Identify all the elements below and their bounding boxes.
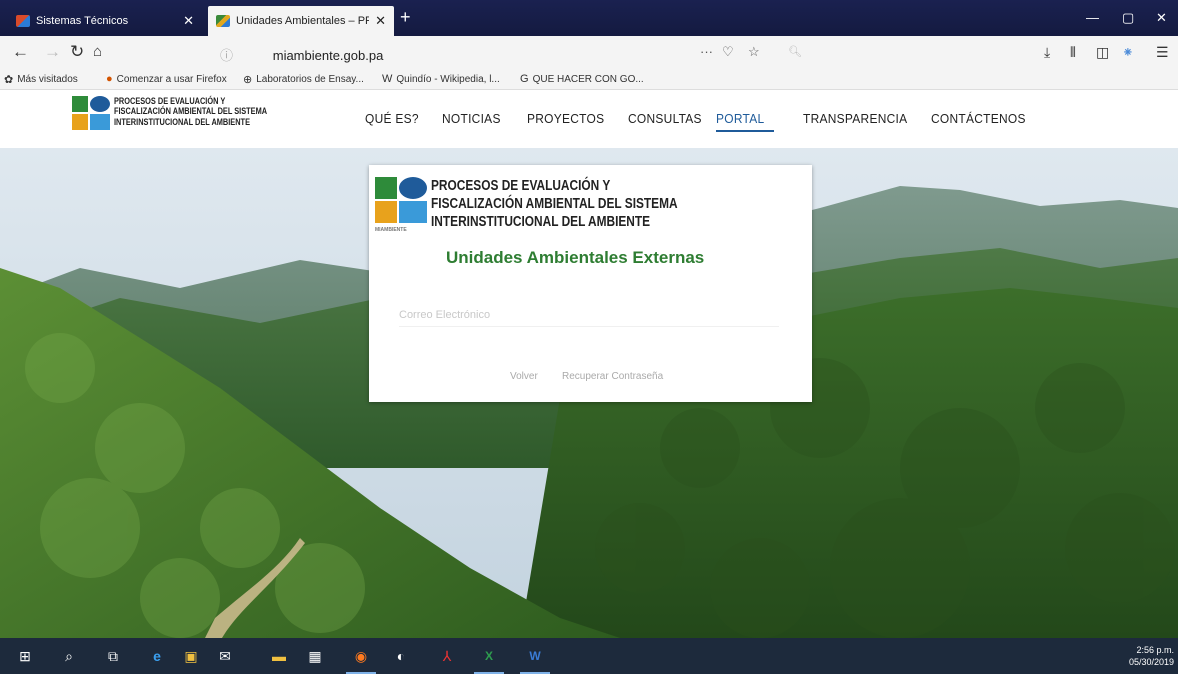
logo-line: PROCESOS DE EVALUACIÓN Y — [114, 96, 226, 106]
reload-icon[interactable]: ↻ — [70, 42, 84, 62]
close-tab-icon[interactable]: ✕ — [183, 13, 194, 29]
extension-icon[interactable]: ⁕ — [1122, 44, 1134, 61]
url-host: miambiente.gob.pa — [272, 48, 384, 63]
back-arrow-icon[interactable]: ← — [12, 42, 29, 62]
edge-icon[interactable]: e — [146, 646, 168, 666]
bookmark-star-icon[interactable]: ☆ — [748, 44, 760, 60]
task-view-icon[interactable]: ⧉ — [102, 646, 124, 666]
logo-mark-icon: MIAMBIENTE — [375, 177, 427, 239]
word-icon[interactable]: W — [520, 646, 550, 674]
recover-password-link[interactable]: Recuperar Contraseña — [562, 371, 663, 382]
globe-icon: ⊕ — [243, 74, 253, 86]
tab-sistemas-tecnicos[interactable]: Sistemas Técnicos ✕ — [8, 6, 202, 36]
login-card: MIAMBIENTE PROCESOS DE EVALUACIÓN Y FISC… — [369, 165, 812, 402]
bookmark-label: Más visitados — [17, 74, 78, 85]
active-menu-indicator — [716, 130, 774, 132]
menu-transparencia[interactable]: TRANSPARENCIA — [803, 111, 907, 126]
wikipedia-icon: W — [382, 73, 393, 85]
menu-consultas[interactable]: CONSULTAS — [628, 111, 702, 126]
menu-portal[interactable]: PORTAL — [716, 111, 764, 126]
tab-unidades-ambientales[interactable]: Unidades Ambientales – PRE ✕ — [208, 6, 394, 36]
menu-contactenos[interactable]: CONTÁCTENOS — [931, 111, 1026, 126]
bookmark-comenzar[interactable]: ● Comenzar a usar Firefox — [106, 73, 227, 85]
logo-line: PROCESOS DE EVALUACIÓN Y — [431, 178, 611, 194]
back-link[interactable]: Volver — [510, 371, 538, 382]
page-actions-icon[interactable]: ··· — [700, 44, 713, 59]
card-logo-text: PROCESOS DE EVALUACIÓN Y FISCALIZACIÓN A… — [431, 177, 678, 231]
logo-line: FISCALIZACIÓN AMBIENTAL DEL SISTEMA — [431, 196, 678, 213]
menu-proyectos[interactable]: PROYECTOS — [527, 111, 604, 126]
menu-noticias[interactable]: NOTICIAS — [442, 111, 501, 126]
bookmarks-bar: ✿ Más visitados ● Comenzar a usar Firefox … — [0, 68, 1178, 90]
bookmark-que-hacer[interactable]: G QUE HACER CON GO... — [520, 73, 644, 85]
tab-favicon-icon — [16, 15, 30, 27]
google-icon: G — [520, 73, 529, 85]
excel-icon[interactable]: X — [474, 646, 504, 674]
maximize-icon[interactable]: ▢ — [1122, 10, 1134, 26]
library-icon[interactable]: ⫴ — [1070, 44, 1076, 61]
clock-date: 05/30/2019 — [1128, 657, 1174, 667]
search-icon[interactable]: ⌕ — [58, 646, 80, 666]
window-close-icon[interactable]: ✕ — [1156, 10, 1167, 26]
calendar-icon[interactable]: ▦ — [304, 646, 326, 666]
firefox-icon[interactable]: ◉ — [346, 646, 376, 674]
new-tab-button[interactable]: + — [400, 8, 411, 26]
bookmark-label: Comenzar a usar Firefox — [116, 73, 227, 85]
address-bar[interactable]: ⓘ miambiente.gob.pa — [220, 45, 383, 64]
chrome-icon[interactable]: ◐ — [390, 646, 412, 666]
pocket-icon[interactable]: ♡ — [722, 44, 734, 60]
gear-icon: ✿ — [4, 74, 14, 86]
site-logo-text: PROCESOS DE EVALUACIÓN Y FISCALIZACIÓN A… — [114, 96, 267, 127]
menu-que-es[interactable]: QUÉ ES? — [365, 111, 419, 126]
bookmark-label: Laboratorios de Ensay... — [256, 74, 364, 85]
minimize-icon[interactable]: — — [1086, 10, 1099, 25]
clock-time: 2:56 p.m. — [1136, 645, 1174, 655]
file-explorer-icon[interactable]: ▬ — [268, 646, 290, 666]
close-tab-icon[interactable]: ✕ — [375, 13, 386, 29]
mail-icon[interactable]: ✉ — [214, 646, 236, 666]
system-clock[interactable]: 2:56 p.m. 05/30/2019 — [1129, 644, 1174, 668]
menu-hamburger-icon[interactable]: ☰ — [1156, 44, 1169, 61]
bookmark-label: QUE HACER CON GO... — [532, 73, 644, 85]
windows-start-icon[interactable]: ⊞ — [14, 646, 36, 666]
acrobat-icon[interactable]: ⅄ — [436, 646, 458, 666]
home-icon[interactable]: ⌂ — [93, 42, 102, 62]
logo-line: FISCALIZACIÓN AMBIENTAL DEL SISTEMA — [114, 106, 268, 117]
tab-title: Sistemas Técnicos — [36, 15, 129, 27]
browser-titlebar: Sistemas Técnicos ✕ Unidades Ambientales… — [0, 0, 1178, 36]
forward-arrow-icon[interactable]: → — [44, 42, 61, 62]
card-logo: MIAMBIENTE PROCESOS DE EVALUACIÓN Y FISC… — [375, 177, 732, 239]
search-icon[interactable]: 🔍︎ — [788, 45, 802, 58]
logo-mark-icon — [72, 96, 110, 136]
site-info-icon: ⓘ — [220, 48, 273, 63]
bookmark-quindio[interactable]: W Quindío - Wikipedia, l... — [382, 73, 500, 85]
logo-subtext: MIAMBIENTE — [375, 227, 407, 233]
browser-navbar: ← → ↻ ⌂ ⓘ miambiente.gob.pa ··· ♡ ☆ 🔍︎ ⤓… — [0, 36, 1178, 68]
login-title: Unidades Ambientales Externas — [446, 248, 705, 267]
bookmark-mas-visitados[interactable]: ✿ Más visitados — [4, 73, 78, 86]
sidebar-icon[interactable]: ◫ — [1096, 44, 1109, 61]
bookmark-label: Quindío - Wikipedia, l... — [396, 73, 500, 85]
tab-favicon-icon — [216, 15, 230, 27]
download-icon[interactable]: ⤓ — [1044, 44, 1050, 61]
email-input[interactable] — [399, 303, 779, 327]
bookmark-laboratorios[interactable]: ⊕ Laboratorios de Ensay... — [243, 73, 364, 86]
site-logo[interactable]: PROCESOS DE EVALUACIÓN Y FISCALIZACIÓN A… — [72, 96, 301, 136]
logo-line: INTERINSTITUCIONAL DEL AMBIENTE — [431, 214, 651, 231]
store-icon[interactable]: ▣ — [180, 646, 202, 666]
firefox-icon: ● — [106, 73, 113, 85]
windows-taskbar: ⊞ ⌕ ⧉ e ▣ ✉ ▬ ▦ ◉ ◐ ⅄ X W 2:56 p.m. 05/3… — [0, 638, 1178, 674]
tab-title: Unidades Ambientales – PRE — [236, 15, 370, 27]
logo-line: INTERINSTITUCIONAL DEL AMBIENTE — [114, 116, 250, 127]
